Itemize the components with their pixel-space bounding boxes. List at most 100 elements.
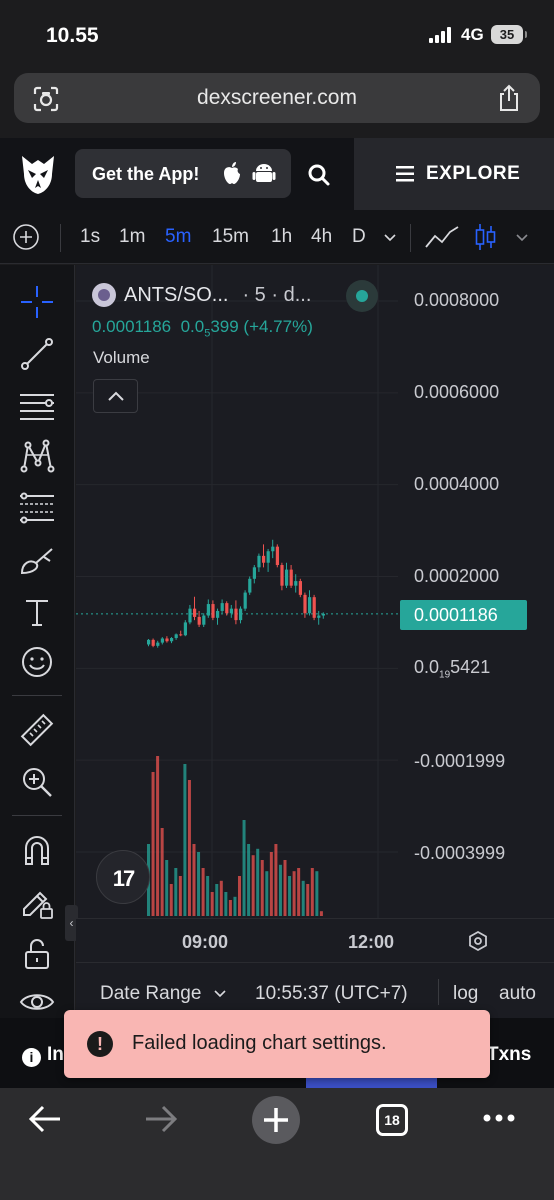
price-tick-low: 0.0195421	[414, 657, 490, 681]
price-tick: 0.0002000	[414, 566, 500, 586]
share-icon[interactable]	[496, 84, 522, 112]
chevron-down-icon[interactable]	[384, 234, 396, 242]
tf-1h[interactable]: 1h	[271, 226, 292, 248]
candle-body	[229, 608, 233, 614]
eye-icon[interactable]	[18, 983, 56, 1021]
magnet-icon[interactable]	[18, 831, 56, 869]
date-range-button[interactable]: Date Range	[100, 983, 201, 1005]
candle-body	[174, 634, 178, 639]
info-tab[interactable]: i In	[22, 1044, 64, 1067]
text-tool-icon[interactable]	[18, 593, 56, 631]
explore-label: EXPLORE	[426, 163, 521, 184]
trend-line-icon[interactable]	[18, 335, 56, 373]
candle-body	[262, 555, 266, 563]
collapse-legend-button[interactable]	[93, 379, 138, 413]
tf-1m[interactable]: 1m	[119, 226, 145, 248]
search-icon[interactable]	[306, 162, 332, 188]
volume-bar	[169, 884, 173, 916]
chart-area[interactable]: ANTS/SO... · 5 · d... 0.0001186 0.05399 …	[76, 265, 554, 960]
fib-retracement-icon[interactable]	[18, 489, 56, 527]
status-time: 10.55	[46, 24, 99, 47]
candle-body	[312, 597, 316, 618]
lock-drawings-icon[interactable]	[18, 883, 56, 921]
volume-bar	[315, 871, 319, 916]
more-icon[interactable]	[482, 1108, 516, 1128]
add-indicator-icon[interactable]	[11, 222, 41, 252]
tradingview-logo-icon[interactable]: 17	[96, 850, 150, 904]
volume-bar	[292, 871, 296, 916]
candle-body	[234, 608, 238, 621]
ruler-icon[interactable]	[18, 711, 56, 749]
candle-body	[252, 567, 256, 579]
status-bar: 10.55 4G 35	[0, 0, 554, 70]
low-rest: 5421	[450, 657, 491, 677]
volume-bar	[242, 820, 246, 916]
volume-label: Volume	[93, 348, 150, 367]
line-chart-icon[interactable]	[425, 224, 459, 250]
price-tick: 0.0004000	[414, 474, 500, 494]
candle-body	[202, 615, 206, 625]
txns-tab[interactable]: Txns	[487, 1044, 531, 1066]
brush-icon[interactable]	[18, 541, 56, 579]
candle-body	[243, 592, 247, 609]
volume-bar	[306, 884, 310, 916]
back-arrow-icon[interactable]	[28, 1104, 62, 1134]
tf-4h[interactable]: 4h	[311, 226, 332, 248]
new-tab-button[interactable]	[252, 1096, 300, 1144]
tool-divider	[12, 695, 62, 696]
volume-bar	[174, 868, 178, 916]
chevron-down-icon[interactable]	[516, 234, 528, 242]
candle-body	[303, 594, 307, 614]
info-tab-label: In	[47, 1044, 64, 1065]
candle-body	[308, 597, 312, 614]
volume-bar	[178, 876, 182, 916]
tf-1s[interactable]: 1s	[80, 226, 100, 248]
dexscreener-logo-icon[interactable]	[18, 152, 58, 196]
candle-body	[206, 604, 210, 616]
url-text[interactable]: dexscreener.com	[14, 86, 540, 110]
crosshair-icon[interactable]	[18, 283, 56, 321]
chevron-down-icon[interactable]	[214, 990, 226, 998]
candle-body	[151, 639, 155, 646]
candlestick-icon[interactable]	[474, 222, 498, 252]
plus-icon	[264, 1108, 288, 1132]
volume-bar	[269, 852, 273, 916]
tf-15m[interactable]: 15m	[212, 226, 249, 248]
log-scale-button[interactable]: log	[453, 983, 478, 1005]
pattern-icon[interactable]	[18, 437, 56, 475]
price-legend: 0.0001186 0.05399 (+4.77%)	[92, 317, 313, 339]
auto-scale-button[interactable]: auto	[499, 983, 536, 1005]
tabs-button[interactable]: 18	[376, 1104, 408, 1136]
volume-bar	[288, 876, 292, 916]
candle-body	[211, 604, 215, 618]
chart-settings-icon[interactable]	[467, 930, 489, 952]
legend-price: 0.0001186	[92, 317, 172, 336]
pair-legend: ANTS/SO... · 5 · d...	[92, 283, 311, 307]
tf-5m[interactable]: 5m	[165, 226, 191, 248]
volume-bar	[215, 884, 219, 916]
zoom-in-icon[interactable]	[18, 763, 56, 801]
candle-body	[225, 603, 229, 614]
error-toast[interactable]: ! Failed loading chart settings.	[64, 1010, 490, 1078]
get-app-button[interactable]: Get the App!	[75, 149, 291, 198]
get-app-label: Get the App!	[92, 164, 200, 184]
volume-bar	[187, 780, 191, 916]
candle-body	[156, 642, 160, 646]
tool-divider	[12, 815, 62, 816]
candle-body	[298, 581, 302, 595]
explore-button[interactable]: EXPLORE	[354, 138, 554, 210]
tf-d[interactable]: D	[352, 226, 366, 248]
clock-readout[interactable]: 10:55:37 (UTC+7)	[255, 983, 408, 1005]
emoji-icon[interactable]	[18, 643, 56, 681]
horizontal-lines-icon[interactable]	[18, 387, 56, 425]
forward-arrow-icon[interactable]	[144, 1104, 178, 1134]
time-axis[interactable]: 09:00 12:00	[76, 918, 554, 962]
time-tick: 12:00	[348, 932, 395, 952]
volume-bar	[192, 844, 196, 916]
unlock-icon[interactable]	[18, 935, 56, 973]
volume-bar	[156, 756, 160, 916]
volume-bar	[265, 871, 269, 916]
current-price-tag: 0.0001186	[400, 600, 527, 630]
candle-body	[239, 608, 243, 621]
url-bar[interactable]: dexscreener.com	[14, 73, 540, 123]
